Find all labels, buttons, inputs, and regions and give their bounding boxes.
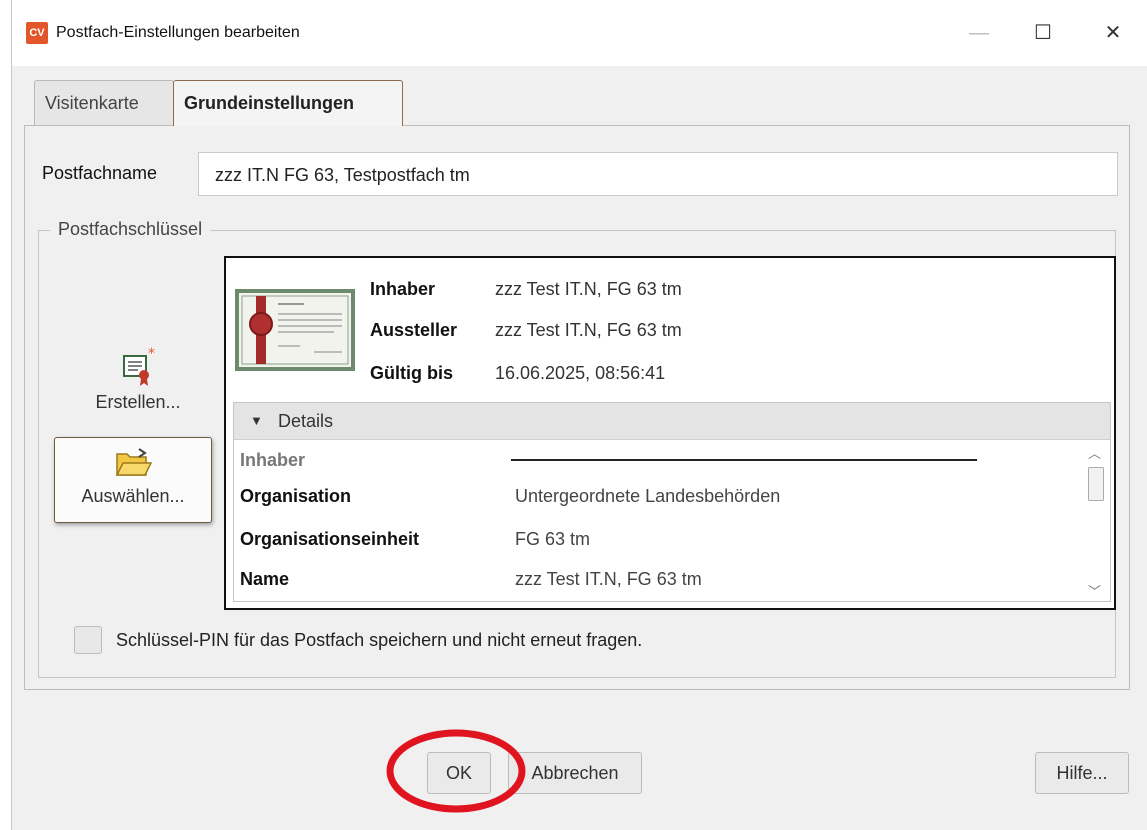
details-section: ▼ Details Inhaber Organisation Untergeor…: [233, 402, 1111, 602]
details-toggle[interactable]: ▼ Details: [234, 403, 1110, 440]
select-key-button[interactable]: Auswählen...: [54, 437, 212, 523]
details-org-unit-value: FG 63 tm: [515, 529, 591, 549]
background-window-edge: [0, 0, 12, 830]
scroll-down-icon[interactable]: ﹀: [1088, 581, 1101, 600]
tab-grundeinstellungen[interactable]: Grundeinstellungen: [173, 80, 403, 126]
minimize-button[interactable]: —: [956, 14, 1002, 52]
details-organisation-label: Organisation: [240, 486, 352, 506]
create-key-label: Erstellen...: [95, 392, 181, 412]
cert-holder-label: Inhaber: [370, 279, 436, 299]
details-holder-section-label: Inhaber: [240, 450, 306, 470]
maximize-button[interactable]: ☐: [1020, 14, 1066, 52]
scroll-thumb[interactable]: [1088, 467, 1104, 501]
annotation-circle: [386, 729, 526, 813]
certificate-image-icon: [235, 289, 355, 371]
details-org-unit-label: Organisationseinheit: [240, 529, 420, 549]
svg-text:*: *: [148, 346, 155, 362]
details-name-value: zzz Test IT.N, FG 63 tm: [515, 569, 702, 589]
help-button[interactable]: Hilfe...: [1035, 752, 1129, 794]
cert-holder-value: zzz Test IT.N, FG 63 tm: [495, 279, 682, 299]
cancel-button[interactable]: Abbrechen: [508, 752, 642, 794]
details-name-label: Name: [240, 569, 290, 589]
mailbox-name-label: Postfachname: [42, 163, 158, 183]
save-pin-label: Schlüssel-PIN für das Postfach speichern…: [116, 630, 643, 650]
key-group-label: Postfachschlüssel: [50, 219, 211, 240]
collapse-triangle-icon: ▼: [250, 413, 263, 428]
details-divider: [511, 459, 977, 461]
create-key-button[interactable]: * Erstellen...: [68, 346, 208, 430]
title-bar: CV Postfach-Einstellungen bearbeiten — ☐…: [12, 0, 1147, 66]
open-folder-icon: [115, 448, 153, 476]
save-pin-checkbox[interactable]: [74, 626, 102, 654]
dialog-window: CV Postfach-Einstellungen bearbeiten — ☐…: [0, 0, 1147, 830]
scroll-up-icon[interactable]: ︿: [1088, 443, 1101, 462]
mailbox-name-input[interactable]: zzz IT.N FG 63, Testpostfach tm: [198, 152, 1118, 196]
close-button[interactable]: ✕: [1090, 14, 1136, 52]
select-key-label: Auswählen...: [81, 486, 185, 506]
cert-issuer-value: zzz Test IT.N, FG 63 tm: [495, 320, 682, 340]
cert-issuer-label: Aussteller: [370, 320, 458, 340]
app-icon: CV: [26, 22, 48, 44]
details-scrollbar[interactable]: ︿ ﹀: [1084, 441, 1108, 599]
details-organisation-value: Untergeordnete Landesbehörden: [515, 486, 781, 506]
certificate-new-icon: *: [123, 346, 155, 386]
window-title: Postfach-Einstellungen bearbeiten: [56, 24, 300, 41]
cert-valid-until-value: 16.06.2025, 08:56:41: [495, 363, 666, 383]
details-header-label: Details: [278, 411, 334, 431]
tab-visitenkarte[interactable]: Visitenkarte: [34, 80, 174, 125]
cert-valid-until-label: Gültig bis: [370, 363, 453, 383]
